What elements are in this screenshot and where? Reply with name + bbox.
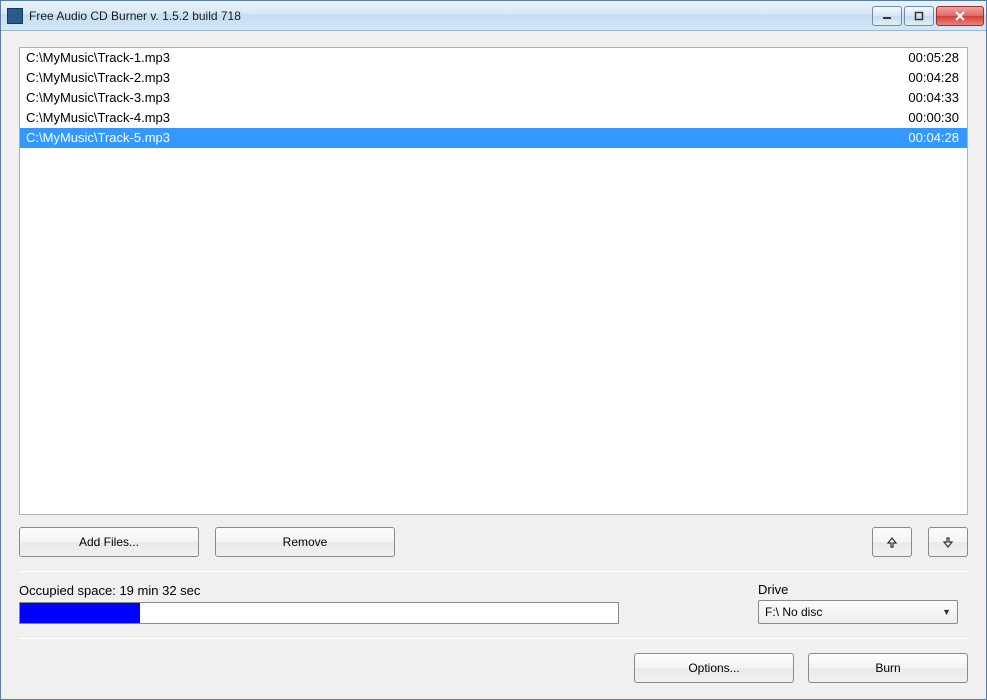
drive-label: Drive <box>758 582 968 597</box>
occupied-space-block: Occupied space: 19 min 32 sec <box>19 583 738 624</box>
window-title: Free Audio CD Burner v. 1.5.2 build 718 <box>29 9 872 23</box>
titlebar[interactable]: Free Audio CD Burner v. 1.5.2 build 718 <box>1 1 986 31</box>
track-duration: 00:04:28 <box>898 69 959 87</box>
track-duration: 00:04:33 <box>898 89 959 107</box>
track-path: C:\MyMusic\Track-1.mp3 <box>26 49 898 67</box>
chevron-down-icon: ▼ <box>942 607 951 617</box>
track-duration: 00:00:30 <box>898 109 959 127</box>
occupied-value: 19 min 32 sec <box>119 583 200 598</box>
drive-block: Drive F:\ No disc ▼ <box>758 582 968 624</box>
remove-button[interactable]: Remove <box>215 527 395 557</box>
track-path: C:\MyMusic\Track-5.mp3 <box>26 129 898 147</box>
occupied-space-label: Occupied space: 19 min 32 sec <box>19 583 738 598</box>
app-window: Free Audio CD Burner v. 1.5.2 build 718 … <box>0 0 987 700</box>
drive-selected: F:\ No disc <box>765 605 942 619</box>
move-up-button[interactable] <box>872 527 912 557</box>
space-drive-row: Occupied space: 19 min 32 sec Drive F:\ … <box>19 572 968 638</box>
arrow-up-icon <box>886 536 898 548</box>
occupied-progress <box>19 602 619 624</box>
client-area: C:\MyMusic\Track-1.mp300:05:28C:\MyMusic… <box>1 31 986 699</box>
maximize-icon <box>914 11 924 21</box>
options-button[interactable]: Options... <box>634 653 794 683</box>
track-path: C:\MyMusic\Track-3.mp3 <box>26 89 898 107</box>
maximize-button[interactable] <box>904 6 934 26</box>
occupied-label-prefix: Occupied space: <box>19 583 119 598</box>
arrow-down-icon <box>942 536 954 548</box>
track-duration: 00:05:28 <box>898 49 959 67</box>
track-row[interactable]: C:\MyMusic\Track-2.mp300:04:28 <box>20 68 967 88</box>
track-row[interactable]: C:\MyMusic\Track-1.mp300:05:28 <box>20 48 967 68</box>
track-duration: 00:04:28 <box>898 129 959 147</box>
track-path: C:\MyMusic\Track-4.mp3 <box>26 109 898 127</box>
track-row[interactable]: C:\MyMusic\Track-4.mp300:00:30 <box>20 108 967 128</box>
occupied-progress-fill <box>20 603 140 623</box>
close-icon <box>954 11 966 21</box>
move-down-button[interactable] <box>928 527 968 557</box>
burn-button[interactable]: Burn <box>808 653 968 683</box>
minimize-icon <box>882 11 892 21</box>
app-icon <box>7 8 23 24</box>
bottom-buttons-row: Options... Burn <box>19 639 968 689</box>
track-row[interactable]: C:\MyMusic\Track-5.mp300:04:28 <box>20 128 967 148</box>
close-button[interactable] <box>936 6 984 26</box>
minimize-button[interactable] <box>872 6 902 26</box>
add-files-button[interactable]: Add Files... <box>19 527 199 557</box>
drive-combo[interactable]: F:\ No disc ▼ <box>758 600 958 624</box>
track-row[interactable]: C:\MyMusic\Track-3.mp300:04:33 <box>20 88 967 108</box>
track-path: C:\MyMusic\Track-2.mp3 <box>26 69 898 87</box>
track-list[interactable]: C:\MyMusic\Track-1.mp300:05:28C:\MyMusic… <box>19 47 968 515</box>
list-buttons-row: Add Files... Remove <box>19 515 968 571</box>
window-controls <box>872 6 984 26</box>
